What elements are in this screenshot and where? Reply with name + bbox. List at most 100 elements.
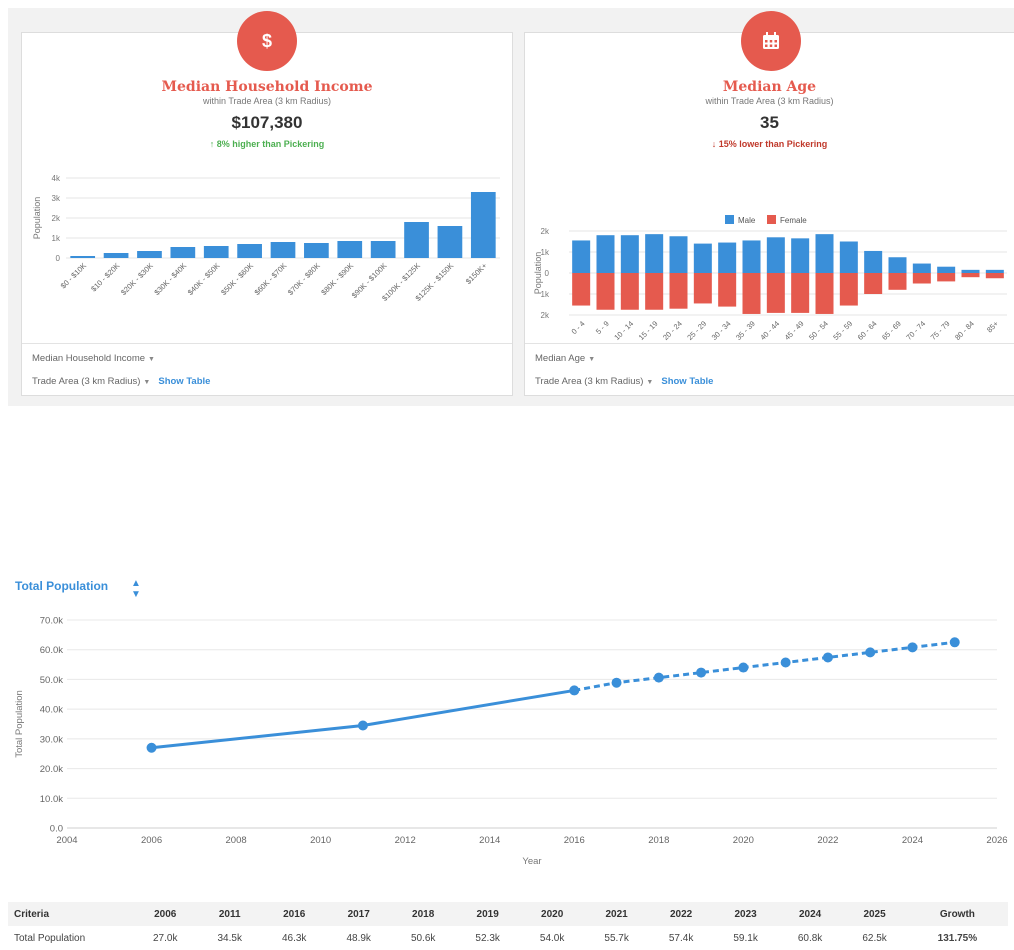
bar-female — [839, 273, 858, 306]
table-cell: 59.1k — [733, 932, 758, 944]
data-point — [907, 642, 918, 653]
age-metric-dropdown[interactable]: Median Age ▼ — [535, 353, 595, 364]
table-cell: 48.9k — [346, 932, 371, 944]
table-header-row: Criteria 2006 2011 2016 2017 2018 2019 2020 2021… — [8, 902, 1008, 926]
income-metric-dropdown[interactable]: Median Household Income ▼ — [32, 353, 155, 364]
bar-female — [669, 273, 688, 309]
income-title: Median Household Income — [161, 79, 373, 95]
income-show-table-link[interactable]: Show Table — [158, 376, 210, 387]
x-tick-label: 2006 — [141, 835, 162, 846]
data-point — [865, 647, 876, 658]
chevron-down-icon: ▼ — [148, 356, 155, 363]
bar — [237, 244, 262, 258]
bar-female — [693, 273, 712, 304]
y-tick-label: 4k — [52, 174, 61, 183]
y-tick-label: 2k — [541, 311, 550, 320]
table-header-cell: 2018 — [390, 902, 456, 926]
income-comparison: ↑ 8% higher than Pickering — [209, 139, 325, 149]
x-tick-label: 2026 — [986, 835, 1007, 846]
y-tick-label: 30.0k — [40, 734, 63, 745]
x-tick-label: $60K - $70K — [253, 261, 289, 297]
bar — [70, 256, 96, 258]
bar-male — [742, 240, 761, 273]
table-cell: 54.0k — [539, 932, 565, 944]
age-show-table-link[interactable]: Show Table — [661, 376, 713, 387]
bar — [103, 253, 129, 258]
bar-male — [815, 234, 834, 273]
bar-female — [791, 273, 810, 313]
x-tick-label: 2014 — [479, 835, 500, 846]
x-tick-label: 45 - 49 — [783, 319, 806, 341]
age-badge — [741, 11, 801, 71]
chevron-down-icon: ▼ — [588, 356, 596, 363]
y-tick-label: 10.0k — [40, 794, 63, 805]
table-cell: 60.8k — [797, 932, 823, 944]
table-header-cell: 2006 — [133, 902, 198, 926]
population-metric-select[interactable]: Total Population — [15, 579, 108, 593]
bar — [370, 241, 396, 258]
bar-female — [742, 273, 761, 314]
bar — [270, 242, 296, 258]
chevron-down-icon: ▼ — [646, 379, 654, 386]
bar-female — [645, 273, 664, 310]
bar-female — [961, 273, 980, 278]
x-tick-label: $80K - $90K — [319, 261, 355, 297]
age-value: 35 — [760, 113, 779, 132]
svg-text:$: $ — [262, 31, 272, 51]
x-tick-label: 30 - 34 — [710, 319, 733, 341]
bar — [170, 247, 196, 258]
x-tick-label: $0 - $10K — [59, 261, 88, 290]
data-point — [357, 720, 368, 731]
y-axis-label: Population — [533, 252, 543, 295]
y-tick-label: 40.0k — [40, 705, 63, 716]
bar-female — [985, 273, 1004, 279]
bar-male — [766, 237, 785, 273]
y-axis-label: Population — [32, 197, 42, 240]
table-cell: 50.6k — [410, 932, 436, 944]
legend-label-male: Male — [738, 216, 756, 225]
x-tick-label: 15 - 19 — [637, 319, 660, 341]
data-point — [569, 685, 580, 696]
x-tick-label: 25 - 29 — [685, 319, 708, 341]
x-tick-label: 10 - 14 — [612, 319, 635, 341]
table-cell: 55.7k — [604, 932, 629, 944]
age-chart: Male Female2k1k01k2kPopulation0 - 45 - 91… — [533, 215, 1007, 341]
y-tick-label: 20.0k — [40, 764, 63, 775]
bar-male — [572, 240, 591, 273]
calendar-icon — [763, 32, 779, 49]
data-point — [146, 742, 157, 753]
bar-male — [912, 263, 931, 273]
x-tick-label: 75 - 79 — [929, 319, 952, 341]
table-header-cell: 2021 — [584, 902, 649, 926]
x-tick-label: 2008 — [226, 835, 247, 846]
age-area-dropdown[interactable]: Trade Area (3 km Radius) ▼ — [535, 376, 653, 387]
bar-male — [937, 266, 956, 273]
x-tick-label: $10 - $20K — [89, 261, 121, 293]
income-badge: $ — [237, 11, 297, 71]
table-cell: 46.3k — [281, 932, 307, 944]
bar-female — [937, 273, 956, 282]
x-tick-label: $150K+ — [464, 261, 489, 286]
x-tick-label: 20 - 24 — [661, 319, 684, 341]
data-point — [611, 677, 622, 688]
age-comparison: ↓ 15% lower than Pickering — [711, 139, 828, 149]
x-tick-label: $30K - $40K — [152, 261, 188, 297]
age-card: Median Age within Trade Area (3 km Radiu… — [524, 11, 1014, 396]
age-footer: Median Age ▼ Trade Area (3 km Radius) ▼ Sho… — [525, 343, 1014, 387]
income-area-dropdown[interactable]: Trade Area (3 km Radius) ▼ — [32, 376, 150, 387]
table-row: Total Population 27.0k 34.5k 46.3k 48.9k 50.6… — [8, 926, 1008, 950]
table-cell: 62.5k — [862, 932, 887, 944]
y-tick-label: 1k — [52, 234, 61, 243]
bar — [437, 226, 463, 258]
age-subtitle: within Trade Area (3 km Radius) — [705, 96, 834, 106]
table-cell: Total Population — [14, 932, 86, 944]
data-point — [780, 657, 791, 668]
bar-male — [888, 257, 907, 273]
x-tick-label: 2022 — [817, 835, 838, 846]
population-line-chart: 0.0 10.0k 20.0k 30.0k 40.0k 50.0k 60.0k 70.0k 20… — [14, 616, 1008, 868]
bar-female — [864, 273, 883, 294]
y-tick-label: 60.0k — [40, 645, 63, 656]
bar-female — [766, 273, 785, 313]
sort-arrows-icon[interactable]: ▲ ▼ — [131, 578, 141, 600]
data-point — [738, 662, 749, 673]
